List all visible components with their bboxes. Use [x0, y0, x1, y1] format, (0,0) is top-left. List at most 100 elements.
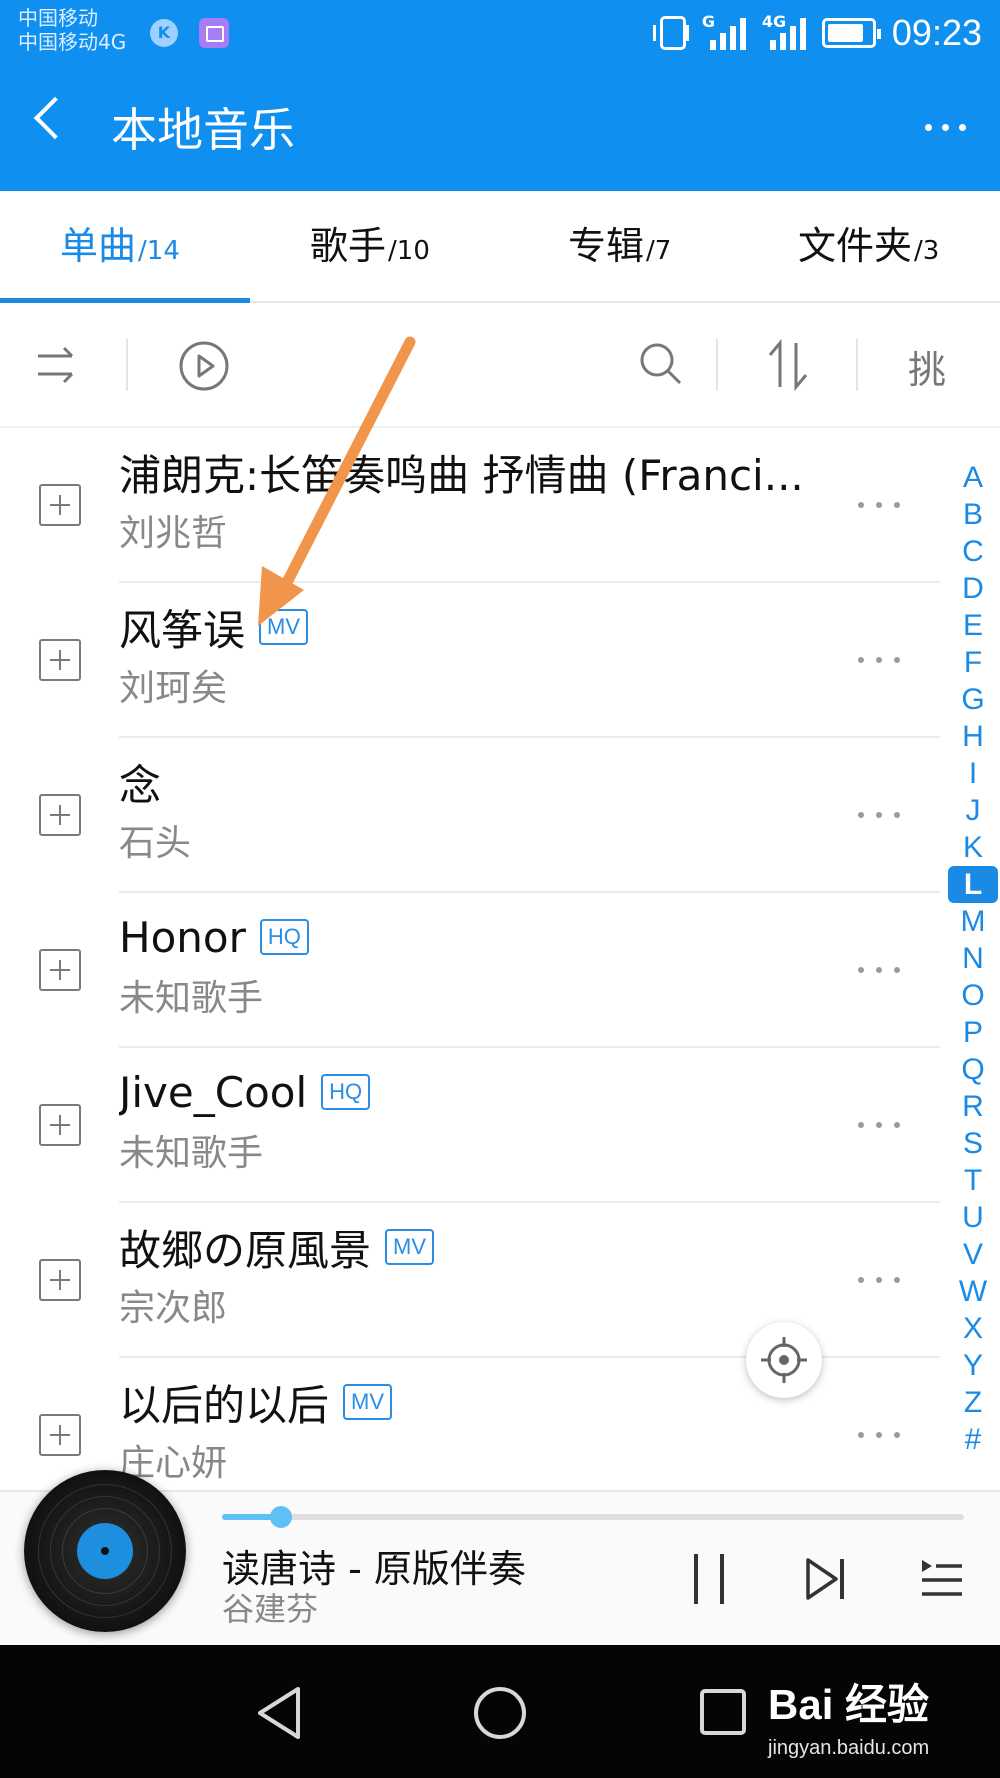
- search-icon[interactable]: [638, 341, 684, 387]
- signal-2-type: 4G: [761, 12, 787, 31]
- crosshair-icon: [761, 1337, 807, 1383]
- index-letter-t[interactable]: T: [946, 1162, 1000, 1199]
- song-more-icon[interactable]: [858, 1277, 900, 1283]
- song-more-icon[interactable]: [858, 812, 900, 818]
- tab-albums[interactable]: 专辑/7: [568, 221, 671, 276]
- index-letter-b[interactable]: B: [946, 496, 1000, 533]
- battery-icon: [821, 18, 881, 48]
- playback-progress[interactable]: [222, 1506, 964, 1528]
- tab-albums-count: /7: [646, 236, 672, 266]
- playlist-icon[interactable]: [918, 1556, 964, 1602]
- tab-artists-count: /10: [388, 236, 430, 266]
- index-letter-i[interactable]: I: [946, 755, 1000, 792]
- index-letter-y[interactable]: Y: [946, 1347, 1000, 1384]
- add-icon[interactable]: [39, 949, 81, 991]
- nav-back-icon[interactable]: [254, 1685, 304, 1741]
- gallery-app-icon: [199, 18, 229, 48]
- shuffle-icon[interactable]: [34, 343, 80, 389]
- tab-folders[interactable]: 文件夹/3: [798, 221, 939, 276]
- add-icon[interactable]: [39, 1104, 81, 1146]
- index-letter-n[interactable]: N: [946, 940, 1000, 977]
- song-artist: 未知歌手: [119, 978, 264, 1019]
- index-letter-x[interactable]: X: [946, 1310, 1000, 1347]
- toolbar-divider: [126, 339, 128, 391]
- song-title: 以后的以后: [119, 1380, 330, 1430]
- toolbar-divider: [716, 339, 718, 391]
- song-row[interactable]: Jive_Cool HQ 未知歌手: [0, 1048, 940, 1203]
- index-letter-z[interactable]: Z: [946, 1384, 1000, 1421]
- tab-songs[interactable]: 单曲/14: [60, 221, 180, 276]
- index-letter-e[interactable]: E: [946, 607, 1000, 644]
- song-more-icon[interactable]: [858, 657, 900, 663]
- mv-badge[interactable]: MV: [343, 1384, 393, 1420]
- song-artist: 石头: [119, 823, 192, 864]
- index-letter-k[interactable]: K: [946, 829, 1000, 866]
- song-row[interactable]: 浦朗克:长笛奏鸣曲 抒情曲 (Franci... 刘兆哲: [0, 428, 940, 583]
- index-letter-c[interactable]: C: [946, 533, 1000, 570]
- add-icon[interactable]: [39, 1414, 81, 1456]
- index-letter-w[interactable]: W: [946, 1273, 1000, 1310]
- signal-icon-2: 4G: [762, 12, 806, 50]
- index-letter-f[interactable]: F: [946, 644, 1000, 681]
- next-track-icon[interactable]: [804, 1556, 848, 1602]
- song-row[interactable]: 念 石头: [0, 738, 940, 893]
- add-icon[interactable]: [39, 1259, 81, 1301]
- alphabet-index[interactable]: A B C D E F G H I J K L M N O P Q R S T U V W X Y Z #: [946, 459, 1000, 1458]
- nav-recents-icon[interactable]: [698, 1687, 748, 1737]
- carrier-2: 中国移动4G: [18, 30, 127, 54]
- index-letter-r[interactable]: R: [946, 1088, 1000, 1125]
- index-letter-p[interactable]: P: [946, 1014, 1000, 1051]
- song-title: 念: [119, 760, 162, 810]
- index-letter-a[interactable]: A: [946, 459, 1000, 496]
- nav-home-icon[interactable]: [472, 1685, 528, 1741]
- tab-folders-count: /3: [914, 236, 940, 266]
- baidu-watermark-url: jingyan.baidu.com: [768, 1737, 930, 1759]
- index-letter-q[interactable]: Q: [946, 1051, 1000, 1088]
- add-icon[interactable]: [39, 639, 81, 681]
- tab-artists[interactable]: 歌手/10: [310, 221, 430, 276]
- song-artist: 宗次郎: [119, 1288, 228, 1329]
- signal-icon-1: G: [702, 12, 746, 50]
- index-letter-j[interactable]: J: [946, 792, 1000, 829]
- index-letter-l[interactable]: L: [948, 866, 998, 903]
- more-options-icon[interactable]: [925, 124, 966, 131]
- vibrate-icon: [652, 16, 689, 50]
- hq-badge: HQ: [259, 919, 309, 955]
- baidu-watermark-logo: Bai 经验: [768, 1681, 930, 1728]
- song-more-icon[interactable]: [858, 967, 900, 973]
- index-letter-d[interactable]: D: [946, 570, 1000, 607]
- mv-badge[interactable]: MV: [259, 609, 309, 645]
- tab-songs-count: /14: [138, 236, 180, 266]
- locate-current-button[interactable]: [746, 1322, 822, 1398]
- signal-1-type: G: [701, 12, 716, 31]
- mv-badge[interactable]: MV: [385, 1229, 435, 1265]
- song-more-icon[interactable]: [858, 502, 900, 508]
- index-letter-h[interactable]: H: [946, 718, 1000, 755]
- toolbar-divider: [856, 339, 858, 391]
- play-all-icon[interactable]: [178, 340, 230, 392]
- batch-select-button[interactable]: 挑: [908, 339, 946, 394]
- song-row[interactable]: 风筝误 MV 刘珂矣: [0, 583, 940, 738]
- album-disc[interactable]: [24, 1470, 186, 1632]
- sort-icon[interactable]: [766, 339, 810, 391]
- song-artist: 刘珂矣: [119, 668, 228, 709]
- index-letter-m[interactable]: M: [946, 903, 1000, 940]
- song-title: 故郷の原風景: [119, 1225, 372, 1275]
- hq-badge: HQ: [321, 1074, 371, 1110]
- song-title: Honor: [119, 912, 246, 962]
- index-letter-s[interactable]: S: [946, 1125, 1000, 1162]
- add-icon[interactable]: [39, 794, 81, 836]
- status-time: 09:23: [891, 12, 982, 53]
- index-letter-u[interactable]: U: [946, 1199, 1000, 1236]
- page-title: 本地音乐: [111, 103, 295, 157]
- song-more-icon[interactable]: [858, 1122, 900, 1128]
- add-icon[interactable]: [39, 484, 81, 526]
- song-row[interactable]: Honor HQ 未知歌手: [0, 893, 940, 1048]
- index-letter-hash[interactable]: #: [946, 1421, 1000, 1458]
- song-artist: 刘兆哲: [119, 513, 228, 554]
- index-letter-v[interactable]: V: [946, 1236, 1000, 1273]
- song-more-icon[interactable]: [858, 1432, 900, 1438]
- index-letter-g[interactable]: G: [946, 681, 1000, 718]
- index-letter-o[interactable]: O: [946, 977, 1000, 1014]
- pause-icon[interactable]: [692, 1552, 726, 1606]
